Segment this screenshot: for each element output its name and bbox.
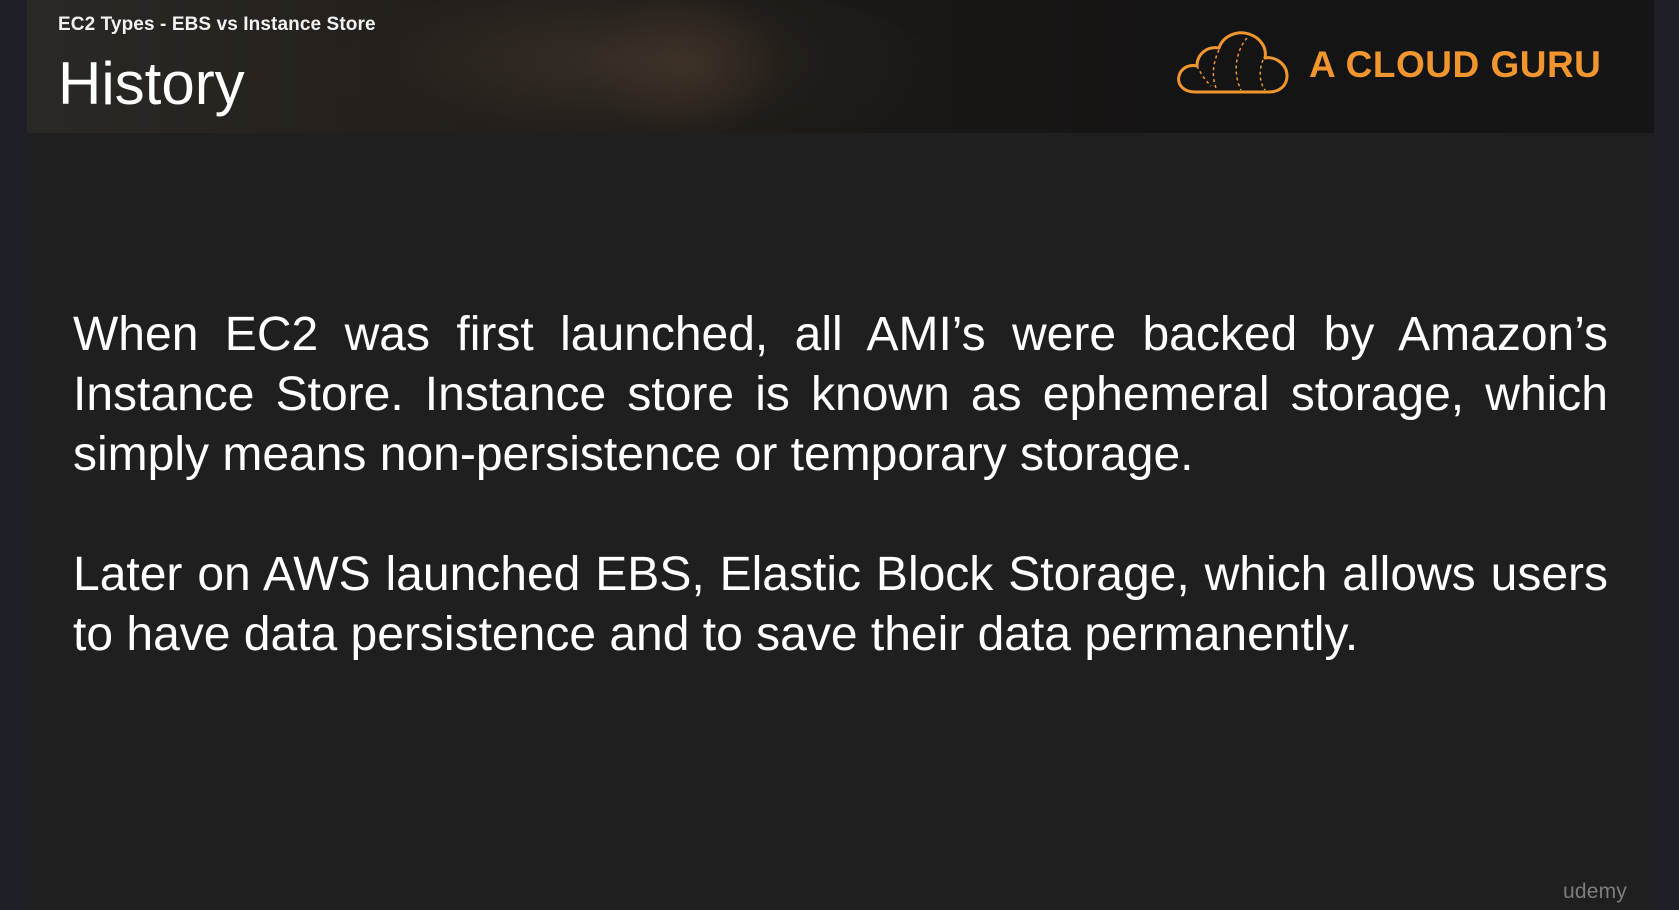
slide-title: History	[58, 50, 245, 117]
slide-paragraph-1: When EC2 was first launched, all AMI’s w…	[73, 308, 1608, 481]
lecture-slide: EC2 Types - EBS vs Instance Store Histor…	[27, 0, 1654, 910]
slide-subtitle: EC2 Types - EBS vs Instance Store	[58, 14, 376, 35]
header-background-photo-highlight	[587, 0, 787, 133]
udemy-watermark: udemy	[1562, 880, 1627, 903]
slide-paragraph-2: Later on AWS launched EBS, Elastic Block…	[73, 548, 1608, 661]
brand-logo-text: A CLOUD GURU	[1309, 44, 1602, 85]
cloud-icon	[1177, 31, 1289, 94]
video-player[interactable]: EC2 Types - EBS vs Instance Store Histor…	[0, 0, 1679, 910]
slide-header: EC2 Types - EBS vs Instance Store Histor…	[27, 0, 1654, 133]
brand-logo: A CLOUD GURU	[1175, 30, 1601, 100]
